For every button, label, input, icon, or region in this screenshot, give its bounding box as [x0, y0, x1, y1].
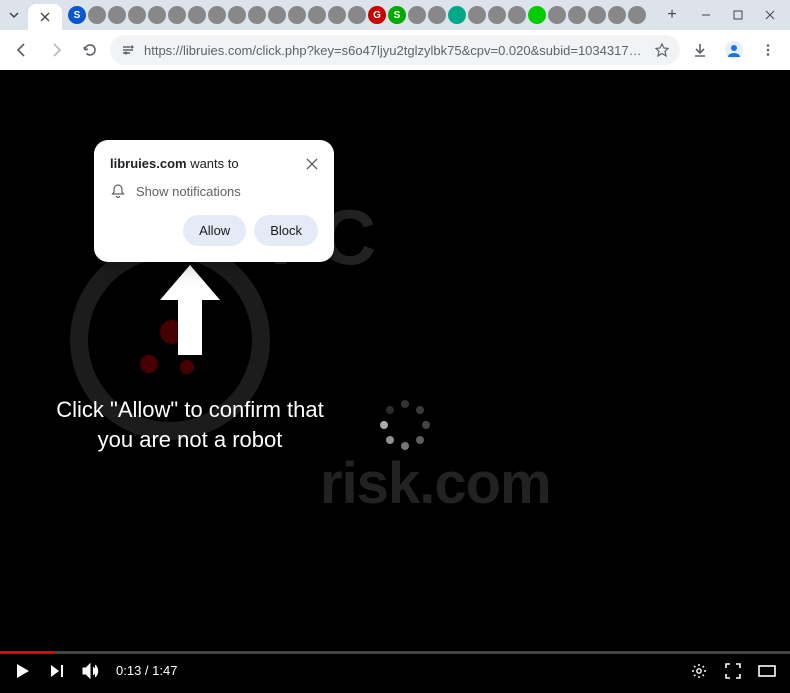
scam-prompt-text: Click "Allow" to confirm that you are no… — [50, 395, 330, 454]
play-button[interactable] — [14, 662, 32, 680]
block-button[interactable]: Block — [254, 215, 318, 246]
tab-favicon[interactable] — [348, 6, 366, 24]
watermark-subtext: risk.com — [320, 450, 551, 517]
downloads-button[interactable] — [686, 36, 714, 64]
reload-button[interactable] — [76, 36, 104, 64]
fullscreen-button[interactable] — [724, 662, 742, 680]
settings-icon[interactable] — [690, 662, 708, 680]
tab-favicon[interactable]: S — [68, 6, 86, 24]
tab-favicon[interactable]: S — [388, 6, 406, 24]
minimize-button[interactable] — [690, 0, 722, 30]
tab-favicon[interactable] — [128, 6, 146, 24]
close-icon[interactable] — [306, 158, 318, 170]
close-window-button[interactable] — [754, 0, 786, 30]
notification-permission-popup: libruies.com wants to Show notifications… — [94, 140, 334, 262]
site-settings-icon[interactable] — [120, 42, 136, 58]
tab-favicon[interactable] — [188, 6, 206, 24]
tab-strip: S G S + — [0, 0, 790, 30]
tab-favicon[interactable] — [568, 6, 586, 24]
background-tabs: S G S — [68, 6, 654, 24]
browser-toolbar: https://libruies.com/click.php?key=s6o47… — [0, 30, 790, 70]
tab-favicon[interactable] — [548, 6, 566, 24]
tab-favicon[interactable]: G — [368, 6, 386, 24]
bookmark-icon[interactable] — [654, 42, 670, 58]
tab-favicon[interactable] — [408, 6, 426, 24]
back-button[interactable] — [8, 36, 36, 64]
video-controls-bar: 0:13 / 1:47 — [0, 651, 790, 693]
tab-favicon[interactable] — [428, 6, 446, 24]
tab-favicon[interactable] — [228, 6, 246, 24]
tab-favicon[interactable] — [148, 6, 166, 24]
tab-favicon[interactable] — [488, 6, 506, 24]
bell-icon — [110, 183, 126, 199]
tab-favicon[interactable] — [88, 6, 106, 24]
tab-favicon[interactable] — [248, 6, 266, 24]
tab-favicon[interactable] — [448, 6, 466, 24]
tab-favicon[interactable] — [608, 6, 626, 24]
tab-favicon[interactable] — [208, 6, 226, 24]
tab-favicon[interactable] — [108, 6, 126, 24]
profile-button[interactable] — [720, 36, 748, 64]
tab-favicon[interactable] — [308, 6, 326, 24]
notification-body: Show notifications — [136, 184, 241, 199]
tab-favicon[interactable] — [328, 6, 346, 24]
active-tab[interactable] — [28, 4, 62, 30]
video-progress[interactable] — [0, 651, 790, 654]
tab-favicon[interactable] — [288, 6, 306, 24]
maximize-button[interactable] — [722, 0, 754, 30]
theater-mode-button[interactable] — [758, 662, 776, 680]
tab-favicon[interactable] — [468, 6, 486, 24]
tab-favicon[interactable] — [508, 6, 526, 24]
video-time: 0:13 / 1:47 — [116, 663, 177, 678]
volume-button[interactable] — [82, 662, 100, 680]
arrow-up-icon — [150, 255, 230, 355]
tab-favicon[interactable] — [588, 6, 606, 24]
tab-favicon[interactable] — [268, 6, 286, 24]
notification-title: libruies.com wants to — [110, 156, 239, 171]
allow-button[interactable]: Allow — [183, 215, 246, 246]
page-content: PC risk.com libruies.com wants to Show n… — [0, 70, 790, 693]
forward-button[interactable] — [42, 36, 70, 64]
new-tab-button[interactable]: + — [660, 3, 684, 27]
loading-spinner-icon — [380, 400, 430, 450]
tab-favicon[interactable] — [528, 6, 546, 24]
close-icon[interactable] — [40, 12, 50, 22]
address-bar[interactable]: https://libruies.com/click.php?key=s6o47… — [110, 35, 680, 65]
tab-search-button[interactable] — [4, 4, 24, 26]
url-text: https://libruies.com/click.php?key=s6o47… — [144, 43, 646, 58]
tab-favicon[interactable] — [168, 6, 186, 24]
tab-favicon[interactable] — [628, 6, 646, 24]
next-button[interactable] — [48, 662, 66, 680]
menu-button[interactable] — [754, 36, 782, 64]
